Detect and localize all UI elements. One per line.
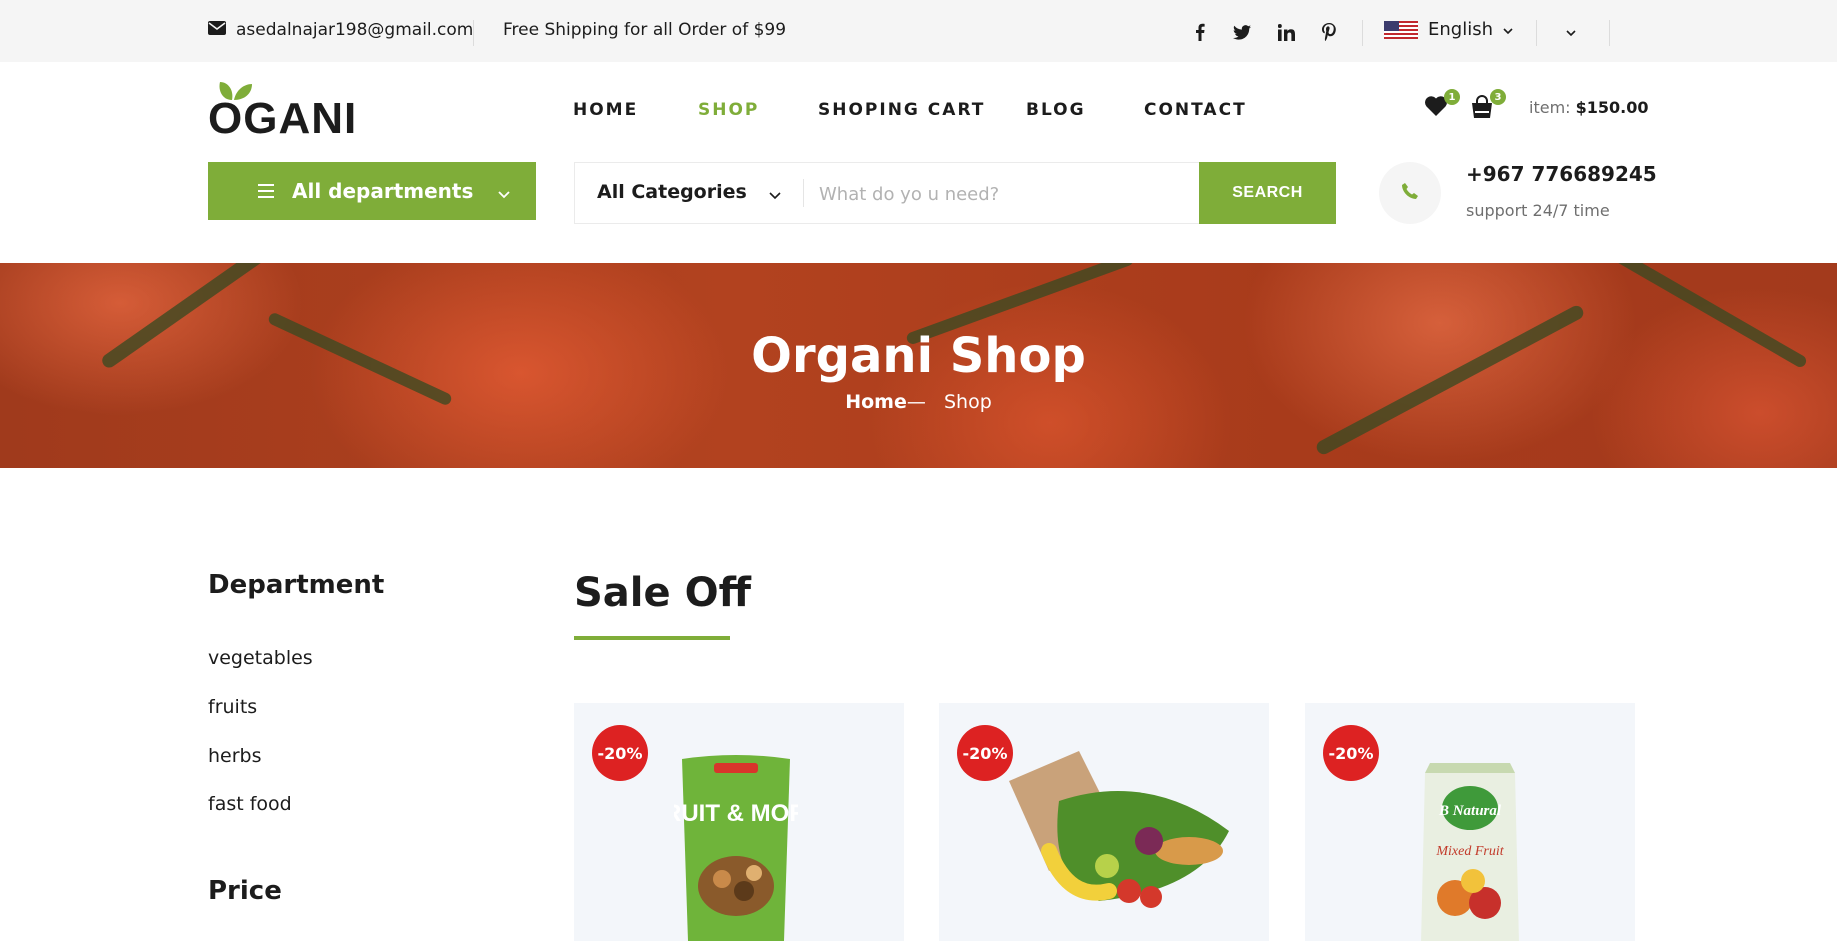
wishlist-button[interactable]: 1 [1424, 89, 1460, 121]
discount-badge: -20% [1323, 725, 1379, 781]
product-image [1009, 751, 1229, 908]
price-title: Price [208, 876, 282, 906]
email-text: asedalnajar198@gmail.com [236, 20, 474, 40]
department-item-fruits[interactable]: fruits [208, 696, 257, 718]
department-item-herbs[interactable]: herbs [208, 745, 262, 767]
phone-icon [1401, 182, 1419, 204]
cart-total: item: $150.00 [1529, 98, 1649, 117]
sale-product-card[interactable]: -20% FRUIT & MORE [574, 703, 904, 941]
menu-icon [258, 184, 274, 202]
nav-shop[interactable]: SHOP [698, 100, 759, 120]
twitter-icon[interactable] [1232, 20, 1252, 44]
phone-icon-circle [1379, 162, 1441, 224]
us-flag-icon [1384, 20, 1418, 39]
language-label: English [1428, 19, 1493, 40]
logo[interactable]: OGANI [208, 80, 358, 143]
breadcrumb-separator: — [906, 391, 926, 413]
product-label: FRUIT & MORE [674, 800, 798, 827]
cart-button[interactable]: 3 [1470, 89, 1506, 119]
facebook-icon[interactable] [1190, 20, 1210, 44]
logo-text: OGANI [208, 94, 358, 143]
top-bar: asedalnajar198@gmail.com Free Shipping f… [0, 0, 1837, 62]
pinterest-icon[interactable] [1319, 20, 1339, 44]
sale-product-card[interactable]: -20% [939, 703, 1269, 941]
nav-contact[interactable]: CONTACT [1144, 100, 1247, 120]
department-title: Department [208, 570, 385, 600]
search-form: All Categories SEARCH [574, 162, 1336, 224]
sale-off-title: Sale Off [574, 570, 751, 616]
language-selector[interactable]: English [1384, 19, 1513, 40]
search-button[interactable]: SEARCH [1199, 162, 1336, 224]
shipping-info: Free Shipping for all Order of $99 [503, 20, 787, 40]
envelope-icon [208, 20, 226, 40]
all-departments-button[interactable]: All departments [208, 162, 536, 220]
product-image: FRUIT & MORE [674, 755, 798, 941]
cart-total-label: item: [1529, 98, 1571, 117]
heart-icon [1424, 96, 1448, 121]
shopping-bag-icon [1470, 95, 1494, 123]
nav-blog[interactable]: BLOG [1026, 100, 1086, 120]
divider [1362, 20, 1363, 46]
login-dropdown[interactable] [1566, 22, 1576, 41]
email-info: asedalnajar198@gmail.com [208, 20, 473, 40]
linkedin-icon[interactable] [1276, 20, 1296, 44]
breadcrumb-home[interactable]: Home [845, 391, 907, 413]
chevron-down-icon [498, 180, 510, 204]
title-underline [574, 636, 730, 640]
svg-text:Mixed Fruit: Mixed Fruit [1435, 844, 1504, 859]
chevron-down-icon [769, 185, 781, 204]
divider [473, 20, 474, 46]
search-input[interactable] [819, 177, 1159, 211]
cart-count-badge: 3 [1490, 89, 1506, 105]
department-item-fast-food[interactable]: fast food [208, 793, 292, 815]
divider [803, 179, 804, 207]
department-item-vegetables[interactable]: vegetables [208, 647, 313, 669]
divider [1609, 20, 1610, 46]
nav-home[interactable]: HOME [573, 100, 638, 120]
support-text: support 24/7 time [1466, 201, 1610, 220]
nav-shoping-cart[interactable]: SHOPING CART [818, 100, 985, 120]
hero-banner: Organi Shop Home— Shop [0, 263, 1837, 468]
chevron-down-icon [1566, 22, 1576, 41]
breadcrumb: Home— Shop [0, 391, 1837, 413]
wishlist-count-badge: 1 [1444, 89, 1460, 105]
breadcrumb-current: Shop [943, 391, 992, 413]
cart-total-value: $150.00 [1575, 98, 1649, 117]
sale-product-card[interactable]: -20% B Natural Mixed Fruit [1305, 703, 1635, 941]
discount-badge: -20% [592, 725, 648, 781]
product-image: B Natural Mixed Fruit [1421, 763, 1519, 941]
product-label: B Natural [1438, 803, 1502, 819]
phone-number: +967 776689245 [1466, 162, 1657, 186]
all-departments-label: All departments [292, 179, 474, 203]
hero-title: Organi Shop [751, 328, 1086, 384]
divider [1536, 20, 1537, 46]
category-select[interactable]: All Categories [597, 181, 747, 203]
chevron-down-icon [1503, 19, 1513, 40]
